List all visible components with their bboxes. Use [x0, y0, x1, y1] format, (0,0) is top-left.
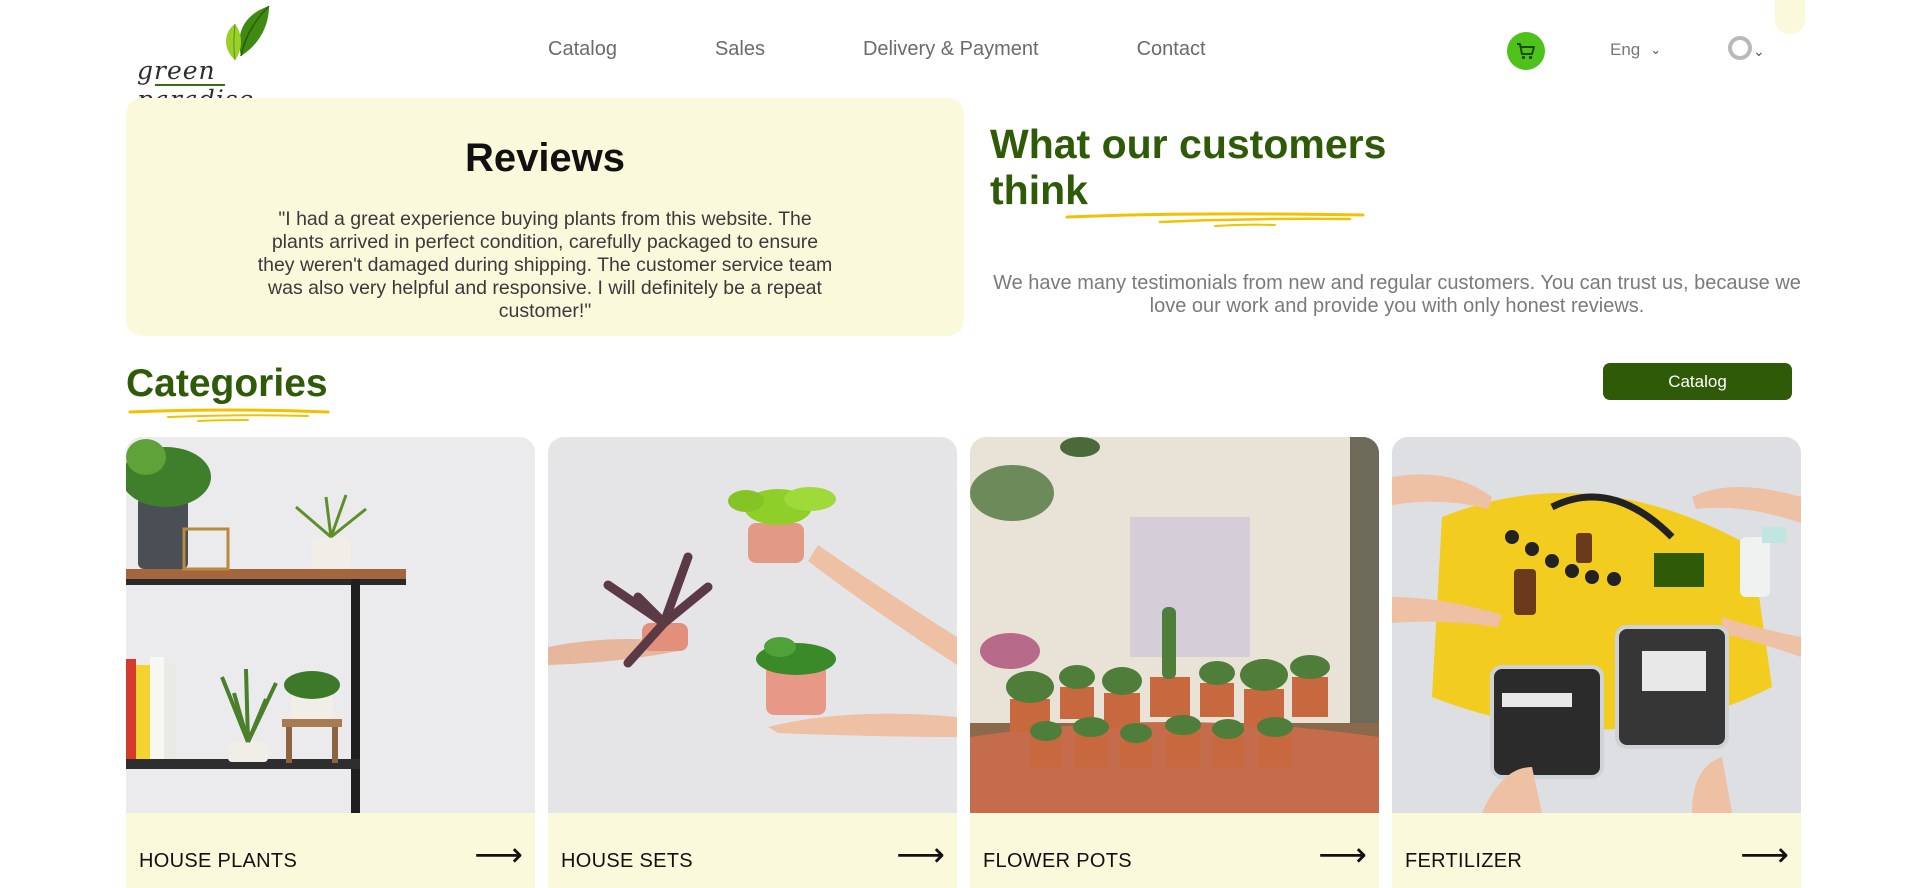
arrow-right-icon[interactable]: ⟶	[896, 835, 945, 875]
house-plants-image	[126, 437, 535, 813]
category-label: HOUSE SETS	[561, 850, 693, 872]
user-icon	[1728, 36, 1752, 60]
category-card-house-sets[interactable]: HOUSE SETS ⟶	[548, 437, 957, 888]
logo-underline	[155, 84, 225, 86]
category-cards: HOUSE PLANTS ⟶ HOUSE SETS ⟶ FLOWER POTS …	[126, 437, 1801, 888]
flower-pots-image	[970, 437, 1379, 813]
category-label: FLOWER POTS	[983, 850, 1132, 872]
cart-button[interactable]	[1507, 32, 1545, 70]
chevron-down-icon: ⌄	[1753, 43, 1765, 59]
testimonials-title-line2: think	[990, 167, 1088, 213]
chevron-down-icon: ⌄	[1650, 42, 1662, 57]
user-menu[interactable]: ⌄	[1728, 36, 1765, 60]
arrow-right-icon[interactable]: ⟶	[1740, 835, 1789, 875]
review-quote: "I had a great experience buying plants …	[257, 208, 833, 322]
reviews-title: Reviews	[464, 136, 626, 180]
arrow-right-icon[interactable]: ⟶	[1318, 835, 1367, 875]
house-sets-image	[548, 437, 957, 813]
nav-sales[interactable]: Sales	[715, 38, 765, 61]
nav-delivery-payment[interactable]: Delivery & Payment	[863, 38, 1039, 61]
testimonials-title: What our customers think	[990, 121, 1386, 213]
main-nav: Catalog Sales Delivery & Payment Contact	[548, 38, 1206, 61]
cart-icon	[1517, 43, 1535, 60]
corner-tab	[1775, 0, 1805, 34]
language-selector[interactable]: Eng ⌄	[1610, 40, 1661, 60]
nav-catalog[interactable]: Catalog	[548, 38, 617, 61]
language-label: Eng	[1610, 40, 1641, 59]
category-label: HOUSE PLANTS	[139, 850, 298, 872]
yellow-underline-decoration	[128, 408, 330, 422]
yellow-underline-decoration	[1065, 212, 1365, 227]
leaf-logo-icon	[226, 6, 270, 61]
testimonials-title-line1: What our customers	[990, 121, 1387, 167]
category-card-flower-pots[interactable]: FLOWER POTS ⟶	[970, 437, 1379, 888]
category-card-fertilizer[interactable]: FERTILIZER ⟶	[1392, 437, 1801, 888]
arrow-right-icon[interactable]: ⟶	[474, 835, 523, 875]
logo[interactable]: green paradise	[135, 6, 315, 114]
testimonials-text: We have many testimonials from new and r…	[993, 272, 1801, 317]
category-card-house-plants[interactable]: HOUSE PLANTS ⟶	[126, 437, 535, 888]
reviews-card: Reviews "I had a great experience buying…	[126, 98, 964, 336]
category-label: FERTILIZER	[1405, 850, 1523, 872]
fertilizer-image	[1392, 437, 1801, 813]
nav-contact[interactable]: Contact	[1137, 38, 1206, 61]
catalog-button[interactable]: Catalog	[1603, 363, 1792, 400]
categories-title: Categories	[126, 362, 328, 405]
